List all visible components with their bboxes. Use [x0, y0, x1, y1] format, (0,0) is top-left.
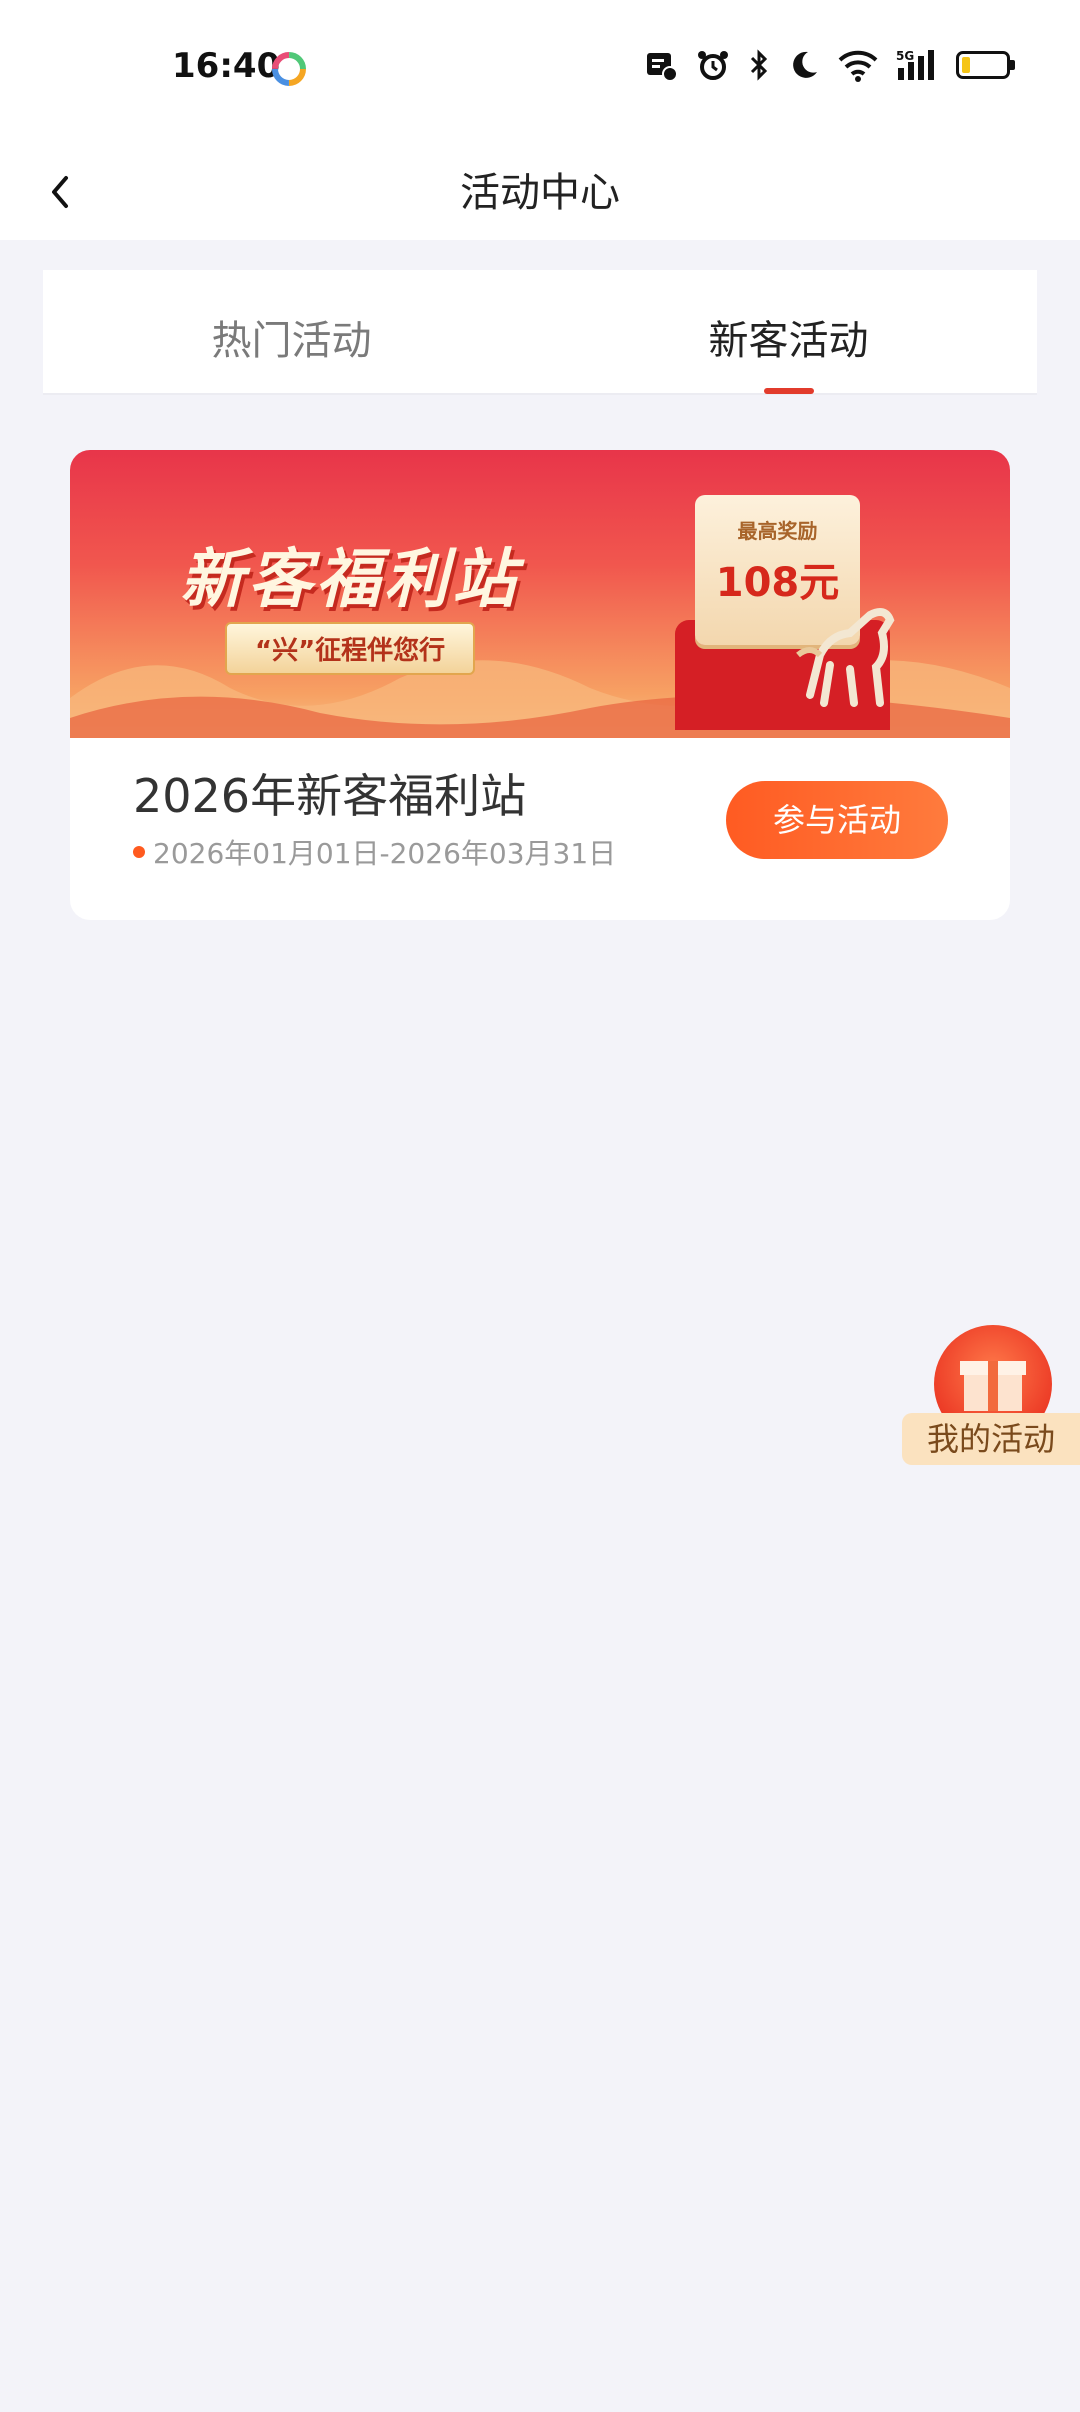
bluetooth-icon [750, 49, 768, 81]
activity-date-range: 2026年01月01日-2026年03月31日 [153, 837, 617, 870]
my-activities-label: 我的活动 [902, 1413, 1080, 1465]
join-activity-button[interactable]: 参与活动 [726, 781, 948, 859]
tab-new-customer-activities[interactable]: 新客活动 [540, 270, 1037, 393]
tab-bar: 热门活动 新客活动 [43, 270, 1037, 395]
status-icons: 5G [644, 48, 1015, 82]
wifi-icon [838, 50, 878, 82]
network-label: 5G [896, 49, 914, 63]
banner-subtitle: “兴”征程伴您行 [225, 622, 476, 675]
status-bar: 16:40 5G [0, 0, 1080, 140]
battery-icon [956, 51, 1015, 79]
moon-icon [793, 51, 817, 78]
tab-hot-activities[interactable]: 热门活动 [43, 270, 540, 393]
signal-5g-icon: 5G [896, 49, 934, 80]
my-activities-button[interactable]: 我的活动 [902, 1325, 1080, 1465]
message-icon [647, 53, 678, 82]
activity-card[interactable]: 新客福利站 “兴”征程伴您行 最高奖励 108元 2026年新客福利站 2026… [70, 450, 1010, 920]
reward-caption: 最高奖励 [737, 519, 818, 543]
horse-illustration [796, 607, 895, 707]
activity-banner[interactable]: 新客福利站 “兴”征程伴您行 最高奖励 108元 [70, 450, 1010, 738]
app-notification-icon [272, 52, 306, 86]
banner-title: 新客福利站 [180, 543, 520, 617]
activity-date: 2026年01月01日-2026年03月31日 [133, 832, 616, 872]
status-time: 16:40 [172, 46, 281, 86]
activity-title: 2026年新客福利站 [133, 769, 527, 823]
nav-bar: 活动中心 [0, 140, 1080, 240]
page-title: 活动中心 [460, 170, 620, 216]
alarm-icon [698, 51, 728, 80]
status-dot [133, 846, 145, 858]
